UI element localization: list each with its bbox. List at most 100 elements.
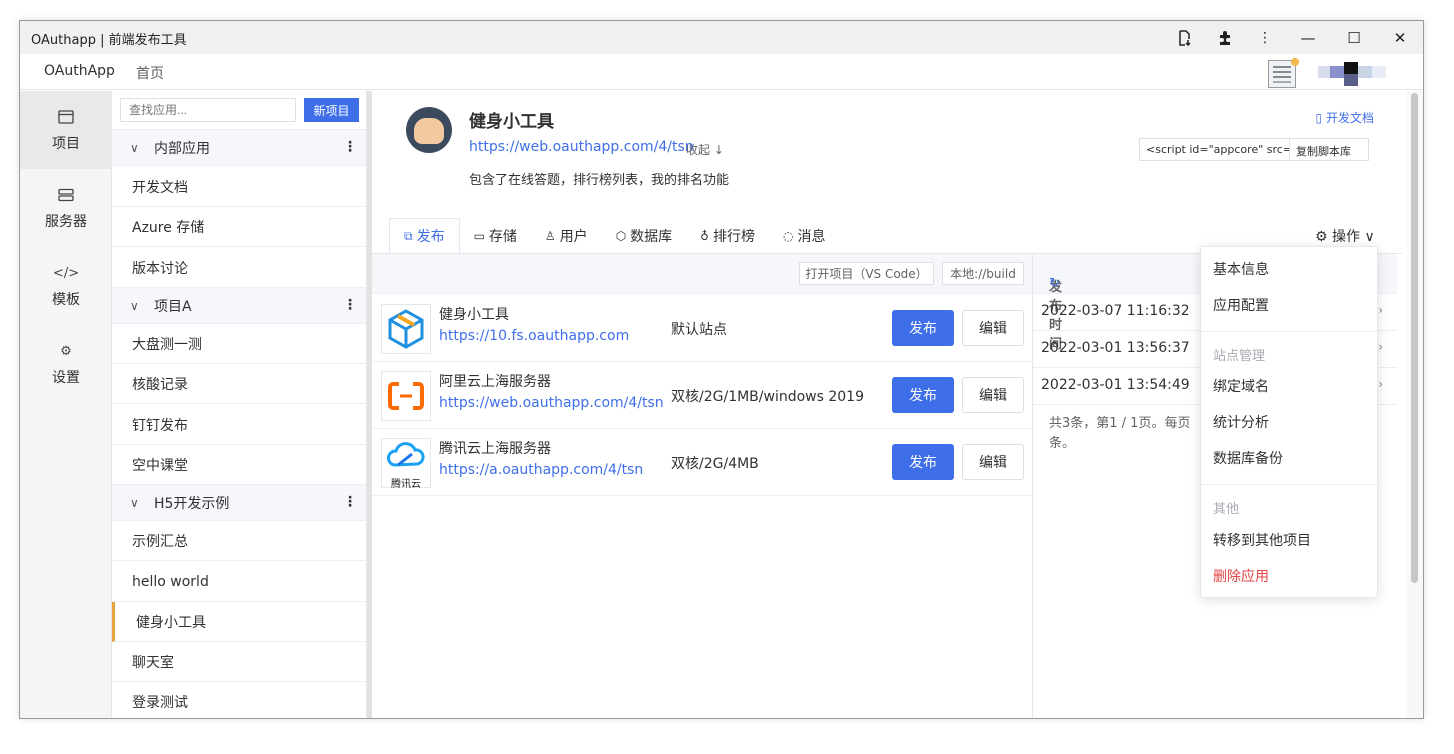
notification-dot (1291, 58, 1299, 66)
menu-group-other: 其他 (1213, 502, 1240, 517)
edit-button[interactable]: 编辑 (962, 444, 1024, 480)
extensions-icon[interactable] (1205, 21, 1245, 54)
publish-button[interactable]: 发布 (892, 377, 954, 413)
site-row: 阿里云上海服务器 https://web.oauthapp.com/4/tsn … (372, 362, 1032, 429)
publish-button[interactable]: 发布 (892, 310, 954, 346)
menu-item-app-config[interactable]: 应用配置 (1213, 295, 1269, 315)
list-item[interactable]: 登录测试 (112, 682, 366, 718)
list-item[interactable]: 钉钉发布 (112, 405, 366, 445)
publish-button[interactable]: 发布 (892, 444, 954, 480)
nav-label: 模板 (52, 292, 80, 308)
search-input[interactable] (120, 98, 296, 122)
edit-button[interactable]: 编辑 (962, 310, 1024, 346)
tab-label: 用户 (559, 229, 588, 245)
more-vertical-icon[interactable]: ⋮ (343, 139, 357, 155)
maximize-button[interactable]: ☐ (1331, 21, 1377, 54)
nav-label: 项目 (52, 136, 80, 152)
dev-doc-link[interactable]: ▯ 开发文档 (1316, 109, 1374, 126)
install-app-icon[interactable] (1165, 21, 1205, 54)
gear-icon: ⚙ (60, 343, 72, 359)
tab-label: 存储 (488, 229, 517, 245)
minimize-button[interactable]: — (1285, 21, 1331, 54)
chevron-down-icon: ∨ (1364, 229, 1375, 245)
menu-item-transfer[interactable]: 转移到其他项目 (1213, 530, 1311, 550)
new-project-button[interactable]: 新项目 (304, 98, 359, 122)
medal-icon: ♁ (700, 229, 709, 243)
list-item[interactable]: Azure 存储 (112, 207, 366, 247)
site-spec: 默认站点 (671, 322, 727, 338)
copy-script-button[interactable]: 复制脚本库 (1290, 139, 1368, 160)
site-url-link[interactable]: https://web.oauthapp.com/4/tsn (439, 395, 664, 411)
script-code-input[interactable]: <script id="appcore" src= (1140, 139, 1290, 160)
avatar-pixel (1372, 66, 1386, 78)
brand-link[interactable]: OAuthApp (44, 63, 115, 79)
history-time: 2022-03-01 13:54:49 (1041, 377, 1190, 393)
tab-bar: ⧉ 发布 ▭ 存储 ♙ 用户 ⬡ 数据库 ♁ 排行榜 ◌ 消息 (389, 218, 839, 254)
code-icon: </> (52, 265, 80, 281)
site-url-link[interactable]: https://a.oauthapp.com/4/tsn (439, 462, 643, 478)
close-button[interactable]: ✕ (1377, 21, 1423, 54)
nav-item-projects[interactable]: 项目 (20, 91, 112, 169)
collapse-toggle[interactable]: 收起 ↓ (686, 141, 724, 158)
more-vertical-icon[interactable]: ⋮ (343, 297, 357, 313)
menu-divider (1201, 484, 1377, 485)
list-item[interactable]: 大盘测一测 (112, 324, 366, 364)
group-name: H5开发示例 (154, 495, 230, 512)
app-url-link[interactable]: https://web.oauthapp.com/4/tsn (469, 139, 694, 155)
menu-item-analytics[interactable]: 统计分析 (1213, 412, 1269, 432)
history-time: 2022-03-01 13:56:37 (1041, 340, 1190, 356)
list-item-selected[interactable]: 健身小工具 (112, 602, 366, 642)
chevron-down-icon: ∨ (130, 298, 139, 313)
list-item[interactable]: 示例汇总 (112, 521, 366, 561)
scrollbar[interactable] (1407, 91, 1423, 718)
site-url-link[interactable]: https://10.fs.oauthapp.com (439, 328, 629, 344)
tab-label: 排行榜 (712, 229, 755, 245)
menu-item-db-backup[interactable]: 数据库备份 (1213, 448, 1283, 468)
operations-dropdown-trigger[interactable]: ⚙ 操作 ∨ (1315, 226, 1375, 246)
menu-item-basic-info[interactable]: 基本信息 (1213, 259, 1269, 279)
tab-leaderboard[interactable]: ♁ 排行榜 (686, 218, 769, 254)
operations-label: 操作 (1332, 229, 1361, 245)
home-link[interactable]: 首页 (136, 63, 164, 83)
group-header[interactable]: ∨ H5开发示例 ⋮ (112, 484, 366, 521)
chat-icon: ◌ (782, 229, 794, 243)
nav-item-settings[interactable]: ⚙ 设置 (20, 325, 112, 403)
app-window: OAuthapp | 前端发布工具 ⋮ — ☐ ✕ OAuthApp 首页 项目… (19, 20, 1424, 719)
more-vertical-icon[interactable]: ⋮ (1245, 21, 1285, 54)
edit-button[interactable]: 编辑 (962, 377, 1024, 413)
group-header[interactable]: ∨ 内部应用 ⋮ (112, 129, 366, 166)
list-item[interactable]: 空中课堂 (112, 445, 366, 485)
open-vscode-button[interactable]: 打开项目（VS Code） (799, 262, 934, 285)
site-name: 阿里云上海服务器 (439, 374, 551, 390)
site-name: 健身小工具 (439, 307, 509, 323)
tab-storage[interactable]: ▭ 存储 (460, 218, 531, 254)
list-item[interactable]: 核酸记录 (112, 364, 366, 404)
tab-label: 发布 (416, 229, 445, 245)
tab-messages[interactable]: ◌ 消息 (769, 218, 839, 254)
more-vertical-icon[interactable]: ⋮ (343, 494, 357, 510)
list-item[interactable]: hello world (112, 562, 366, 602)
tab-publish[interactable]: ⧉ 发布 (389, 218, 460, 254)
nav-item-servers[interactable]: 服务器 (20, 169, 112, 247)
nav-item-templates[interactable]: </> 模板 (20, 247, 112, 325)
app-logo (406, 107, 452, 153)
user-avatar-area[interactable] (1268, 58, 1408, 88)
window-title: OAuthapp | 前端发布工具 (31, 33, 187, 48)
pagination-text: 共3条，第1 / 1页。每页 条。 (1049, 416, 1191, 451)
list-item[interactable]: 版本讨论 (112, 248, 366, 288)
local-build-button[interactable]: 本地://build (942, 262, 1024, 285)
tab-users[interactable]: ♙ 用户 (531, 218, 602, 254)
menu-item-delete-app[interactable]: 删除应用 (1213, 566, 1269, 586)
operations-menu: 基本信息 应用配置 站点管理 绑定域名 统计分析 数据库备份 其他 转移到其他项… (1200, 246, 1378, 598)
list-item[interactable]: 聊天室 (112, 642, 366, 682)
avatar-pixel (1318, 66, 1330, 78)
list-item[interactable]: 开发文档 (112, 167, 366, 207)
group-header[interactable]: ∨ 项目A ⋮ (112, 287, 366, 324)
scrollbar-thumb[interactable] (1411, 93, 1418, 583)
menu-item-bind-domain[interactable]: 绑定域名 (1213, 376, 1269, 396)
chevron-right-icon: › (1378, 377, 1383, 391)
bookmark-icon: ▯ (1315, 111, 1323, 125)
refresh-icon[interactable]: ↻ (1049, 276, 1060, 291)
tab-database[interactable]: ⬡ 数据库 (602, 218, 686, 254)
site-name: 腾讯云上海服务器 (439, 441, 551, 457)
